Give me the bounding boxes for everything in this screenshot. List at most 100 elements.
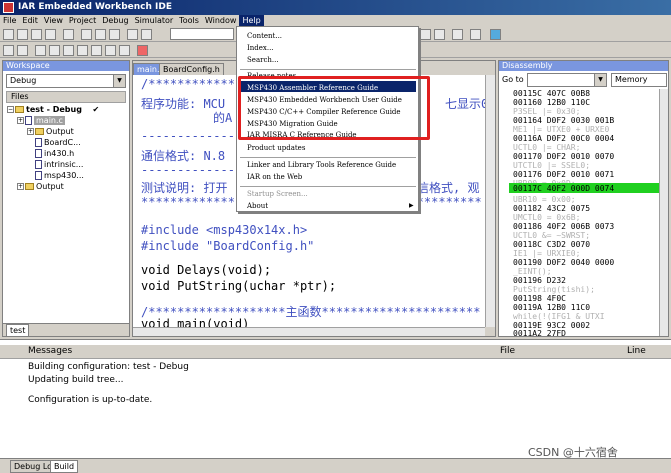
open-folder-icon[interactable]	[17, 29, 28, 40]
step-into-icon[interactable]	[77, 45, 88, 56]
menu-edit[interactable]: Edit	[19, 15, 41, 27]
code-line-tail: 七显示0~1	[445, 97, 485, 111]
messages-panel: Messages File Line Building configuratio…	[0, 339, 671, 473]
red-highlight-box	[238, 76, 430, 140]
goto-icon[interactable]	[452, 29, 463, 40]
menu-item-iar-web[interactable]: IAR on the Web	[247, 173, 302, 181]
disassembly-panel: Disassembly Go to ▼ Memory 00115C 407C 0…	[498, 60, 669, 337]
tree-item-main-c[interactable]: + main.c	[17, 115, 65, 126]
step-icon[interactable]	[49, 45, 60, 56]
memory-select[interactable]: Memory	[611, 73, 667, 87]
save-icon[interactable]	[31, 29, 42, 40]
menu-item-index[interactable]: Index...	[247, 44, 274, 52]
workspace-header: Workspace	[3, 61, 129, 71]
redo-icon[interactable]	[141, 29, 152, 40]
step-out-icon[interactable]	[91, 45, 102, 56]
folder-icon	[35, 128, 44, 135]
undo-icon[interactable]	[127, 29, 138, 40]
folder-icon	[25, 183, 34, 190]
tree-item-intrinsics[interactable]: intrinsic...	[35, 159, 83, 170]
stop-debug-icon[interactable]	[137, 45, 148, 56]
new-file-icon[interactable]	[3, 29, 14, 40]
menu-view[interactable]: View	[41, 15, 66, 27]
code-line: -------------	[141, 163, 235, 177]
step-over-icon[interactable]	[63, 45, 74, 56]
menu-project[interactable]: Project	[66, 15, 99, 27]
run-to-cursor-icon[interactable]	[119, 45, 130, 56]
toggle-breakpoint-icon[interactable]	[35, 45, 46, 56]
tree-item-boardconfig[interactable]: BoardC...	[35, 137, 81, 148]
menu-item-search[interactable]: Search...	[247, 56, 279, 64]
disasm-source-line: PutString(tishi);	[513, 285, 595, 294]
tree-item-msp430[interactable]: msp430...	[35, 170, 84, 181]
goto-input[interactable]: ▼	[527, 73, 607, 87]
print-icon[interactable]	[63, 29, 74, 40]
chevron-down-icon[interactable]: ▼	[113, 75, 125, 87]
run-icon[interactable]	[105, 45, 116, 56]
debug-icon[interactable]	[470, 29, 481, 40]
disasm-source-line: IE1 |= URXIE0;	[513, 249, 581, 258]
disasm-line: 0011A2 27FD	[513, 329, 566, 337]
editor-horizontal-scrollbar[interactable]	[133, 327, 485, 336]
disassembly-header: Disassembly	[499, 61, 668, 71]
make-icon[interactable]	[17, 45, 28, 56]
messages-tab-bar: Debug Log Build	[0, 458, 671, 473]
menu-item-product-updates[interactable]: Product updates	[247, 144, 305, 152]
menu-item-about[interactable]: About	[247, 202, 268, 210]
compile-icon[interactable]	[3, 45, 14, 56]
menu-simulator[interactable]: Simulator	[132, 15, 177, 27]
menu-item-startup-screen[interactable]: Startup Screen...	[247, 190, 308, 198]
code-line: void PutString(uchar *ptr);	[141, 279, 337, 293]
find-input[interactable]	[170, 28, 234, 40]
disasm-line: 00119A 12B0 11C0	[513, 303, 591, 312]
find-prev-icon[interactable]	[420, 29, 431, 40]
tree-item-output-root[interactable]: + Output	[17, 181, 64, 192]
disassembly-scrollbar[interactable]	[659, 89, 668, 336]
disasm-line-current: 00117C 40F2 000D 0074	[513, 184, 615, 193]
file-column[interactable]: File	[500, 346, 515, 356]
disasm-source-line: P3SEL |= 0x30;	[513, 107, 581, 116]
expand-icon[interactable]: +	[17, 117, 24, 124]
find-next-icon[interactable]	[434, 29, 445, 40]
chevron-down-icon[interactable]: ▼	[594, 74, 606, 86]
cut-icon[interactable]	[81, 29, 92, 40]
code-line: /*************	[141, 77, 243, 91]
config-select[interactable]: Debug ▼	[6, 74, 126, 88]
line-column[interactable]: Line	[627, 346, 646, 356]
goto-label: Go to	[502, 75, 524, 84]
paste-icon[interactable]	[109, 29, 120, 40]
check-icon: ✔	[92, 105, 100, 114]
tab-build[interactable]: Build	[50, 460, 79, 473]
messages-column[interactable]: Messages	[28, 346, 72, 356]
code-line-tail: 信格式, 观	[417, 181, 480, 195]
file-icon	[25, 116, 32, 125]
collapse-icon[interactable]: −	[7, 106, 14, 113]
disasm-line: 001182 43C2 0075	[513, 204, 591, 213]
menu-file[interactable]: File	[0, 15, 19, 27]
help-icon[interactable]	[490, 29, 501, 40]
menu-item-content[interactable]: Content...	[247, 32, 282, 40]
tree-item-in430[interactable]: in430.h	[35, 148, 74, 159]
copy-icon[interactable]	[95, 29, 106, 40]
window-title: IAR Embedded Workbench IDE	[18, 2, 173, 12]
tree-item-output[interactable]: + Output	[27, 126, 74, 137]
file-icon	[35, 171, 42, 180]
expand-icon[interactable]: +	[17, 183, 24, 190]
workspace-tab-test[interactable]: test	[6, 324, 30, 337]
menu-debug[interactable]: Debug	[99, 15, 131, 27]
code-line: -------------	[141, 129, 235, 143]
editor-vertical-scrollbar[interactable]	[485, 75, 495, 327]
code-line: void Delays(void);	[141, 263, 272, 277]
code-line: #include "BoardConfig.h"	[141, 239, 315, 253]
file-icon	[35, 138, 42, 147]
menu-window[interactable]: Window	[202, 15, 240, 27]
disassembly-list[interactable]: 00115C 407C 00B8 001160 12B0 110C P3SEL …	[499, 89, 659, 337]
message-line: Updating build tree...	[28, 375, 124, 385]
code-line: 通信格式: N.8	[141, 149, 226, 163]
expand-icon[interactable]: +	[27, 128, 34, 135]
save-all-icon[interactable]	[45, 29, 56, 40]
disasm-source-line: UBR10 = 0x00;	[513, 195, 576, 204]
tree-item-project[interactable]: − test - Debug ✔	[7, 104, 99, 115]
menu-item-linker-guide[interactable]: Linker and Library Tools Reference Guide	[247, 161, 396, 169]
menu-tools[interactable]: Tools	[176, 15, 202, 27]
